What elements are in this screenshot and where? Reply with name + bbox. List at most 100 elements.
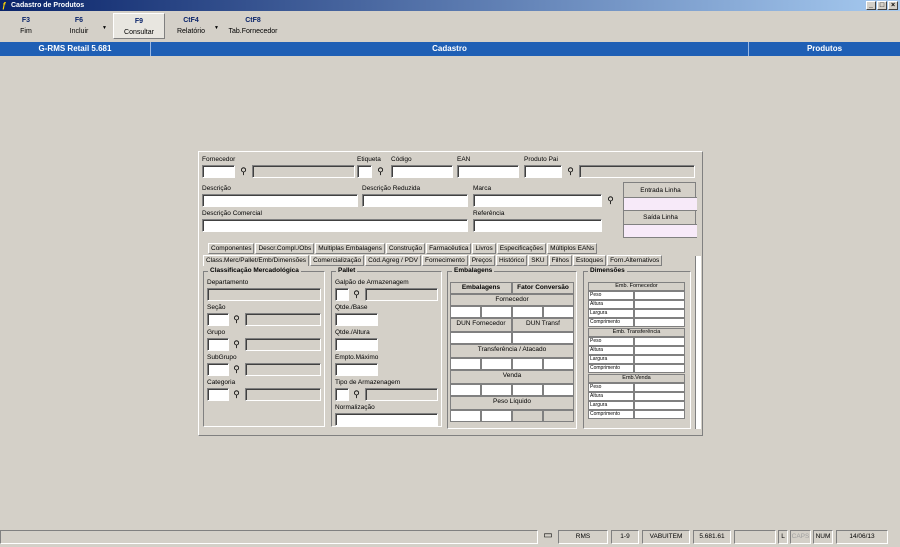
dim-forn-comprimento-input[interactable]: [634, 318, 685, 327]
dim-forn-peso-input[interactable]: [634, 291, 685, 300]
minimize-button[interactable]: _: [866, 1, 876, 10]
dun-fornecedor-input[interactable]: [450, 332, 512, 344]
dim-venda-comprimento-input[interactable]: [634, 410, 685, 419]
codigo-label: Código: [391, 156, 412, 163]
subgrupo-input[interactable]: [207, 363, 229, 376]
close-button[interactable]: ×: [888, 1, 898, 10]
tab-fornecimento[interactable]: Fornecimento: [421, 255, 468, 266]
produto-pai-input[interactable]: [524, 165, 562, 178]
entrada-linha-field[interactable]: [624, 197, 697, 211]
fim-button[interactable]: F3 Fim: [0, 13, 52, 39]
emb-fornecedor-qtd[interactable]: [450, 306, 481, 318]
grupo-search-icon[interactable]: ⚲: [230, 338, 243, 350]
tab-livros[interactable]: Livros: [472, 243, 496, 254]
tipo-armazenagem-input[interactable]: [335, 388, 349, 401]
tab-precos[interactable]: Preços: [468, 255, 495, 266]
fornecedor-input[interactable]: [202, 165, 235, 178]
descricao-reduzida-input[interactable]: [362, 194, 468, 207]
etiqueta-input[interactable]: [357, 165, 372, 178]
dim-forn-largura-input[interactable]: [634, 309, 685, 318]
venda-fator[interactable]: [512, 384, 543, 396]
produto-pai-name-field: [579, 165, 695, 178]
emb-fornecedor-fator[interactable]: [512, 306, 543, 318]
tab-historico[interactable]: Histórico: [495, 255, 528, 266]
transf-extra[interactable]: [543, 358, 574, 370]
normalizacao-input[interactable]: [335, 413, 438, 426]
fornecedor-search-icon[interactable]: ⚲: [237, 165, 250, 177]
venda-un[interactable]: [481, 384, 512, 396]
empto-maximo-input[interactable]: [335, 363, 378, 376]
emb-fornecedor-un[interactable]: [481, 306, 512, 318]
descricao-comercial-input[interactable]: [202, 219, 468, 232]
peso-liquido-qtd[interactable]: [450, 410, 481, 422]
relatorio-button[interactable]: CtF4 Relatório ▼: [165, 13, 219, 39]
tab-especificacoes[interactable]: Especificações: [496, 243, 547, 254]
incluir-dropdown-icon[interactable]: ▼: [102, 25, 107, 31]
tab-sku[interactable]: SKU: [528, 255, 548, 266]
peso-liquido-valor[interactable]: [481, 410, 512, 422]
galpao-search-icon[interactable]: ⚲: [350, 288, 363, 300]
secao-search-icon[interactable]: ⚲: [230, 313, 243, 325]
dim-transf-largura-input[interactable]: [634, 355, 685, 364]
tab-comercializacao[interactable]: Comercialização: [310, 255, 365, 266]
status-l: L: [778, 530, 788, 544]
tab-multiplas-embalagens[interactable]: Multiplas Embalagens: [315, 243, 385, 254]
transf-un[interactable]: [481, 358, 512, 370]
tab-fornecedor-button[interactable]: CtF8 Tab.Fornecedor: [225, 13, 281, 39]
emb-fornecedor-extra[interactable]: [543, 306, 574, 318]
dim-venda-peso-input[interactable]: [634, 383, 685, 392]
tipo-armazenagem-search-icon[interactable]: ⚲: [350, 388, 363, 400]
tab-class-merc[interactable]: Class.Merc/Pallet/Emb/Dimensões: [203, 255, 310, 266]
incluir-button[interactable]: F6 Incluir ▼: [53, 13, 107, 39]
tab-estoques[interactable]: Estoques: [572, 255, 607, 266]
transf-fator[interactable]: [512, 358, 543, 370]
tab-descr-compl[interactable]: Descr.Compl./Obs: [255, 243, 315, 254]
tab-multiplos-eans[interactable]: Múltiplos EANs: [547, 243, 598, 254]
referencia-input[interactable]: [473, 219, 602, 232]
produto-pai-search-icon[interactable]: ⚲: [564, 165, 577, 177]
dim-venda-altura-input[interactable]: [634, 392, 685, 401]
qtde-altura-input[interactable]: [335, 338, 378, 351]
qtde-base-label: Qtde./Base: [335, 304, 368, 311]
marca-search-icon[interactable]: ⚲: [604, 194, 617, 206]
saida-linha-label: Saída Linha: [643, 214, 678, 221]
categoria-search-icon[interactable]: ⚲: [230, 388, 243, 400]
tab-farmaceutica[interactable]: Farmacêutica: [426, 243, 472, 254]
dim-transf-comprimento-input[interactable]: [634, 364, 685, 373]
consultar-button[interactable]: F9 Consultar: [113, 13, 165, 39]
transf-qtd[interactable]: [450, 358, 481, 370]
subgrupo-search-icon[interactable]: ⚲: [230, 363, 243, 375]
qtde-base-input[interactable]: [335, 313, 378, 326]
categoria-input[interactable]: [207, 388, 229, 401]
descricao-input[interactable]: [202, 194, 358, 207]
secao-input[interactable]: [207, 313, 229, 326]
dim-largura-label: Largura: [588, 309, 634, 318]
subgrupo-name-field: [245, 363, 321, 376]
dim-venda-largura-input[interactable]: [634, 401, 685, 410]
etiqueta-search-icon[interactable]: ⚲: [374, 165, 387, 177]
dim-emb-venda: Emb.Venda Peso Altura Largura Compriment…: [588, 374, 685, 419]
descricao-reduzida-label: Descrição Reduzida: [362, 185, 421, 192]
dim-forn-altura-input[interactable]: [634, 300, 685, 309]
embalagens-group: Embalagens Embalagens Fator Conversão For…: [447, 267, 577, 429]
maximize-button[interactable]: □: [877, 1, 887, 10]
tab-forn-alternativos[interactable]: Forn.Alternativos: [607, 255, 663, 266]
dun-transf-input[interactable]: [512, 332, 574, 344]
dim-transf-peso-input[interactable]: [634, 337, 685, 346]
relatorio-dropdown-icon[interactable]: ▼: [214, 25, 219, 31]
ean-input[interactable]: [457, 165, 519, 178]
codigo-input[interactable]: [391, 165, 453, 178]
tab-construcao[interactable]: Construção: [385, 243, 426, 254]
galpao-input[interactable]: [335, 288, 349, 301]
embalagens-title: Embalagens: [452, 267, 495, 274]
grupo-input[interactable]: [207, 338, 229, 351]
saida-linha-field[interactable]: [624, 224, 697, 238]
tab-componentes[interactable]: Componentes: [208, 243, 255, 254]
tab-cod-agreg[interactable]: Cód.Agreg / PDV: [365, 255, 421, 266]
venda-qtd[interactable]: [450, 384, 481, 396]
venda-extra[interactable]: [543, 384, 574, 396]
dim-transf-altura-input[interactable]: [634, 346, 685, 355]
tab-filhos[interactable]: Filhos: [548, 255, 572, 266]
tab-scrollbar[interactable]: [695, 256, 701, 429]
marca-input[interactable]: [473, 194, 602, 207]
